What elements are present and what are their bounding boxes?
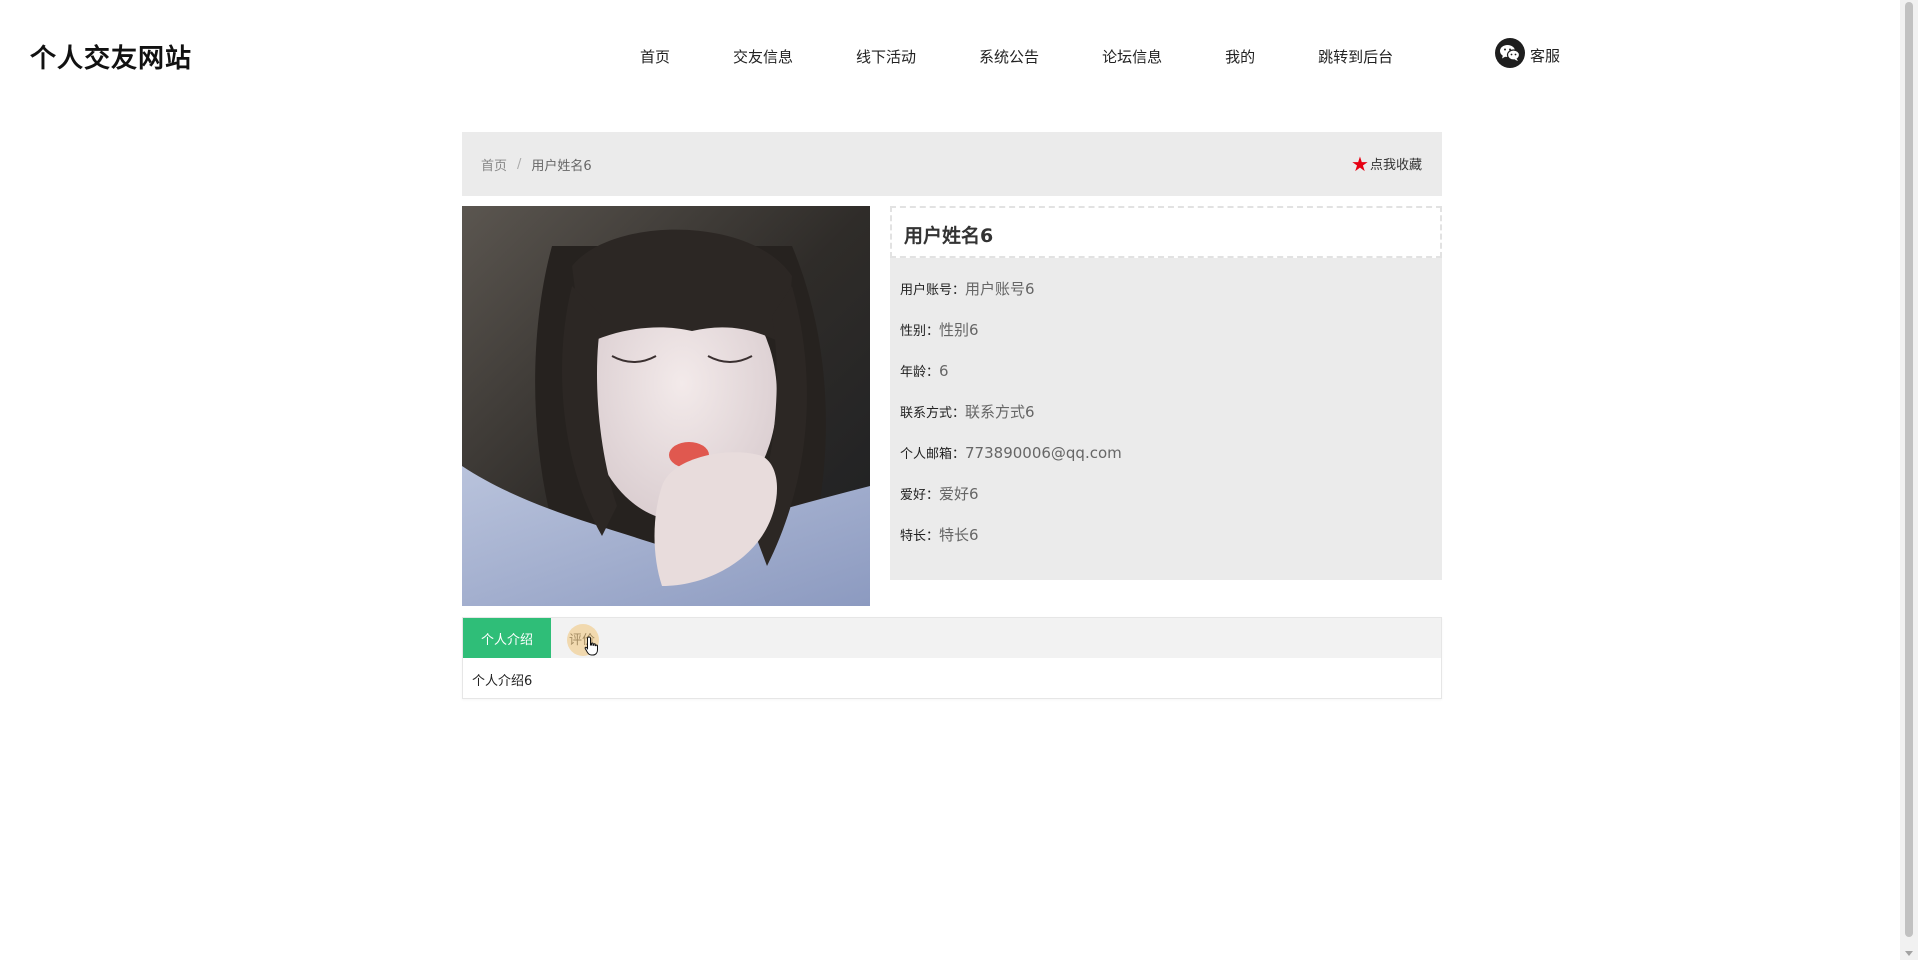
wechat-icon [1495,38,1525,68]
site-header: 个人交友网站 首页 交友信息 线下活动 系统公告 论坛信息 我的 跳转到后台 客… [0,0,1900,110]
breadcrumb: 首页 / 用户姓名6 [481,155,592,174]
field-label: 用户账号： [900,283,966,298]
profile-photo [462,206,870,606]
profile-field-email: 个人邮箱： 773890006@qq.com [900,432,1442,473]
nav-item-mine[interactable]: 我的 [1225,46,1255,67]
profile-field-contact: 联系方式： 联系方式6 [900,391,1442,432]
nav-item-announcements[interactable]: 系统公告 [979,46,1039,67]
breadcrumb-current: 用户姓名6 [531,159,592,174]
profile-field-gender: 性别： 性别6 [900,309,1442,350]
profile-field-age: 年龄： 6 [900,350,1442,391]
profile-field-hobby: 爱好： 爱好6 [900,473,1442,514]
customer-service-label: 客服 [1530,47,1561,65]
tab-content: 个人介绍6 [472,674,533,689]
field-value: 性别6 [939,321,979,339]
breadcrumb-separator: / [517,157,522,172]
field-value: 特长6 [939,526,979,544]
nav-item-admin[interactable]: 跳转到后台 [1318,46,1393,67]
scroll-down-arrow-icon[interactable] [1905,951,1913,956]
field-value: 联系方式6 [965,403,1035,421]
tab-reviews[interactable]: 评价 [551,618,613,658]
scrollbar-thumb[interactable] [1905,2,1913,937]
tabs-panel: 个人介绍 评价 个人介绍6 [462,617,1442,699]
field-label: 爱好： [900,488,940,503]
profile-detail: 用户姓名6 用户账号： 用户账号6 性别： 性别6 年龄： 6 联系方式： 联系… [462,206,1442,606]
star-icon: ★ [1351,151,1369,176]
profile-field-account: 用户账号： 用户账号6 [900,268,1442,309]
main-nav: 首页 交友信息 线下活动 系统公告 论坛信息 我的 跳转到后台 [640,44,1456,68]
profile-field-specialty: 特长： 特长6 [900,514,1442,555]
breadcrumb-bar: 首页 / 用户姓名6 ★ 点我收藏 [462,132,1442,196]
profile-name: 用户姓名6 [890,206,1442,258]
page-scrollbar[interactable] [1900,0,1918,960]
favorite-button[interactable]: ★ 点我收藏 [1351,151,1422,176]
customer-service-button[interactable]: 客服 [1495,38,1560,68]
field-label: 年龄： [900,365,940,380]
nav-item-home[interactable]: 首页 [640,46,670,67]
site-logo-title[interactable]: 个人交友网站 [30,38,192,75]
field-label: 联系方式： [900,406,966,421]
nav-item-friend-info[interactable]: 交友信息 [733,46,793,67]
breadcrumb-home-link[interactable]: 首页 [481,155,507,174]
field-label: 个人邮箱： [900,447,966,462]
field-value: 爱好6 [939,485,979,503]
profile-field-list: 用户账号： 用户账号6 性别： 性别6 年龄： 6 联系方式： 联系方式6 个人… [890,258,1442,555]
field-label: 性别： [900,324,940,339]
favorite-label: 点我收藏 [1369,158,1422,173]
nav-item-forum[interactable]: 论坛信息 [1102,46,1162,67]
nav-item-offline-activities[interactable]: 线下活动 [856,46,916,67]
field-value: 用户账号6 [965,280,1035,298]
field-value: 773890006@qq.com [965,443,1122,462]
tab-header: 个人介绍 评价 [463,618,1441,658]
profile-info-panel: 用户姓名6 用户账号： 用户账号6 性别： 性别6 年龄： 6 联系方式： 联系… [890,206,1442,580]
field-label: 特长： [900,529,940,544]
tab-introduction[interactable]: 个人介绍 [463,618,552,658]
detail-container: 首页 / 用户姓名6 ★ 点我收藏 用户姓名6 用户账号： 用户账号6 性别： … [462,132,1442,699]
field-value: 6 [939,361,949,380]
